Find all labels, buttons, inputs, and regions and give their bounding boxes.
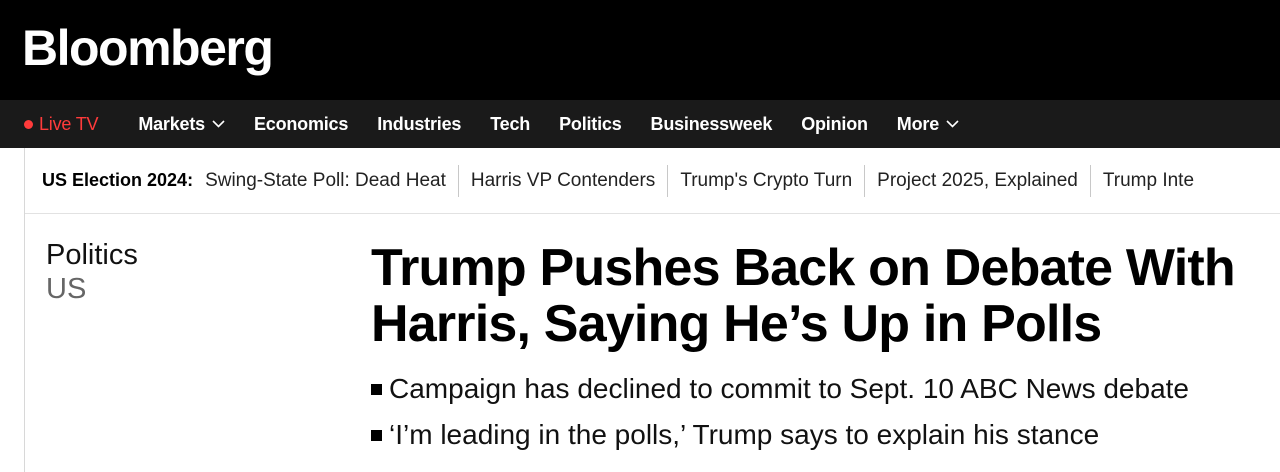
nav-live-tv[interactable]: Live TV [24, 113, 99, 135]
nav-politics[interactable]: Politics [559, 114, 622, 135]
nav-tech[interactable]: Tech [490, 114, 530, 135]
chevron-down-icon [212, 120, 225, 128]
election-link[interactable]: Trump's Crypto Turn [667, 164, 864, 197]
nav-opinion[interactable]: Opinion [801, 114, 868, 135]
article-page: US Election 2024: Swing-State Poll: Dead… [24, 148, 1280, 472]
main-nav: Live TV Markets Economics Industries Tec… [0, 100, 1280, 148]
live-dot-icon [24, 119, 33, 129]
nav-live-tv-label: Live TV [39, 113, 99, 134]
bloomberg-logo[interactable]: Bloomberg [22, 18, 274, 78]
nav-economics[interactable]: Economics [254, 114, 348, 135]
nav-industries[interactable]: Industries [377, 114, 461, 135]
chevron-down-icon [946, 120, 959, 128]
abstract-bullet: Campaign has declined to commit to Sept.… [371, 366, 1189, 412]
election-link[interactable]: Harris VP Contenders [457, 164, 667, 197]
kicker-us-link[interactable]: US [46, 272, 138, 306]
square-bullet-icon [371, 383, 382, 395]
nav-markets-label: Markets [138, 113, 205, 134]
abstract-bullet: ‘I’m leading in the polls,’ Trump says t… [371, 412, 1189, 458]
election-link[interactable]: Swing-State Poll: Dead Heat [205, 165, 458, 197]
election-link[interactable]: Project 2025, Explained [864, 164, 1090, 197]
election-topic-bar: US Election 2024: Swing-State Poll: Dead… [25, 148, 1280, 214]
article-headline: Trump Pushes Back on Debate With Harris,… [371, 239, 1236, 353]
nav-more[interactable]: More [897, 114, 959, 135]
site-header: Bloomberg [0, 0, 1280, 100]
article-abstract: Campaign has declined to commit to Sept.… [371, 366, 1189, 458]
abstract-bullet-text: ‘I’m leading in the polls,’ Trump says t… [389, 419, 1100, 450]
nav-more-label: More [896, 113, 940, 134]
square-bullet-icon [371, 429, 382, 441]
nav-markets[interactable]: Markets [138, 114, 225, 135]
nav-businessweek[interactable]: Businessweek [651, 114, 773, 135]
abstract-bullet-text: Campaign has declined to commit to Sept.… [389, 373, 1189, 404]
article-kicker: Politics US [46, 238, 138, 306]
election-link[interactable]: Trump Inte [1089, 164, 1206, 197]
kicker-politics-link[interactable]: Politics [46, 238, 138, 272]
election-bar-label: US Election 2024: [42, 170, 194, 190]
